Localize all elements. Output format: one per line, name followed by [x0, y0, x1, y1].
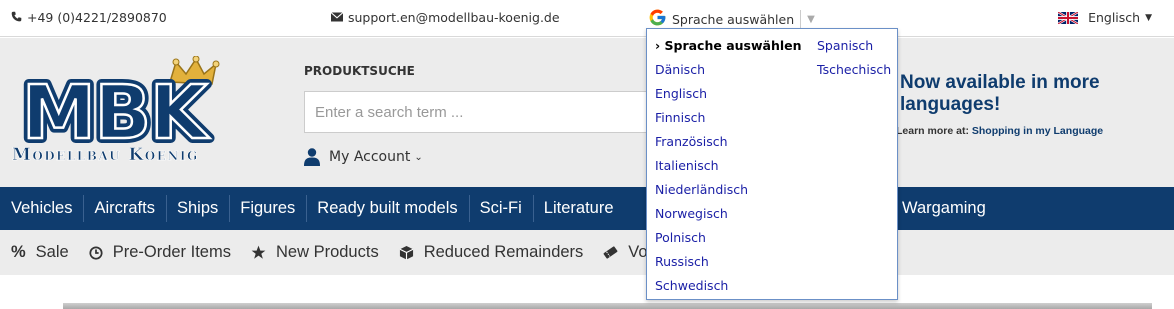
nav-literature[interactable]: Literature [532, 187, 625, 230]
google-translate-select[interactable]: Sprache auswählen ▼ [648, 8, 815, 30]
nav-figures[interactable]: Figures [229, 187, 306, 230]
subnav-label: New Products [275, 243, 379, 261]
phone-number: +49 (0)4221/2890870 [27, 10, 167, 25]
language-column-2: Spanisch Tschechisch [817, 38, 891, 86]
language-option-spanish[interactable]: Spanisch [817, 38, 891, 62]
language-dropdown: › Sprache auswählen Dänisch Englisch Fin… [646, 28, 898, 300]
uk-flag-icon [1057, 10, 1079, 25]
percent-icon: % [11, 243, 26, 261]
language-option-czech[interactable]: Tschechisch [817, 62, 891, 86]
secondary-navigation: % Sale Pre-Order Items New Products Redu… [0, 230, 1174, 275]
translate-label: Sprache auswählen [672, 11, 795, 27]
language-option-danish[interactable]: Dänisch [655, 62, 802, 86]
my-account-label: My Account [329, 149, 411, 165]
language-column-1: › Sprache auswählen Dänisch Englisch Fin… [655, 38, 802, 302]
svg-text:MBK: MBK [22, 70, 210, 156]
language-option-english[interactable]: Englisch [655, 86, 802, 110]
top-bar: +49 (0)4221/2890870 support.en@modellbau… [0, 0, 1174, 37]
promo-info: Learn more at: Shopping in my Language [896, 125, 1103, 137]
caret-down-icon: ▼ [807, 13, 815, 25]
chevron-down-icon: ⌄ [414, 151, 423, 163]
my-account-menu[interactable]: My Account ⌄ [304, 148, 423, 166]
site-logo[interactable]: MBK MBK Modellbau Koenig [10, 55, 232, 168]
promo-link-prefix: Learn more at: [896, 125, 969, 137]
search-input[interactable] [304, 91, 664, 133]
main-navigation: Vehicles Aircrafts Ships Figures Ready b… [0, 187, 1174, 230]
language-option-finnish[interactable]: Finnisch [655, 110, 802, 134]
subnav-pre-order-items[interactable]: Pre-Order Items [89, 243, 231, 262]
current-language: Englisch [1088, 10, 1141, 25]
nav-sci-fi[interactable]: Sci-Fi [468, 187, 533, 230]
language-option-swedish[interactable]: Schwedisch [655, 278, 802, 302]
svg-text:Modellbau Koenig: Modellbau Koenig [12, 145, 199, 165]
site-header: MBK MBK Modellbau Koenig PRODUKTSUCHE My… [0, 38, 1174, 187]
subnav-reduced-remainders[interactable]: Reduced Remainders [399, 243, 584, 262]
email-contact[interactable]: support.en@modellbau-koenig.de [330, 10, 560, 25]
language-option-dutch[interactable]: Niederländisch [655, 182, 802, 206]
translate-divider [800, 10, 802, 28]
phone-contact[interactable]: +49 (0)4221/2890870 [11, 10, 167, 25]
subnav-label: Reduced Remainders [423, 243, 584, 261]
subnav-new-products[interactable]: New Products [251, 243, 379, 262]
subnav-label: Sale [35, 243, 69, 261]
language-option-russian[interactable]: Russisch [655, 254, 802, 278]
user-icon [304, 148, 320, 166]
phone-icon [11, 10, 22, 25]
language-option-french[interactable]: Französisch [655, 134, 802, 158]
envelope-icon [330, 10, 344, 25]
subnav-sale[interactable]: % Sale [11, 243, 69, 262]
nav-ships[interactable]: Ships [165, 187, 229, 230]
language-switcher[interactable]: Englisch ▼ [1057, 10, 1152, 25]
language-option-select[interactable]: › Sprache auswählen [655, 38, 802, 62]
hero-banner [63, 303, 1152, 309]
nav-vehicles[interactable]: Vehicles [0, 187, 83, 230]
promo-heading: Now available in more languages! [900, 72, 1100, 115]
nav-ready-built-models[interactable]: Ready built models [306, 187, 468, 230]
shopping-in-my-language-link[interactable]: Shopping in my Language [972, 125, 1103, 137]
clock-icon [89, 245, 103, 260]
nav-wargaming[interactable]: Wargaming [902, 187, 986, 230]
email-address: support.en@modellbau-koenig.de [348, 10, 560, 25]
language-option-norwegian[interactable]: Norwegisch [655, 206, 802, 230]
language-option-polish[interactable]: Polnisch [655, 230, 802, 254]
search-heading: PRODUKTSUCHE [304, 64, 415, 78]
caret-down-icon: ▼ [1145, 12, 1152, 23]
google-g-icon [648, 8, 667, 30]
box-icon [399, 245, 414, 260]
language-option-italian[interactable]: Italienisch [655, 158, 802, 182]
subnav-label: Pre-Order Items [112, 243, 231, 261]
nav-aircrafts[interactable]: Aircrafts [83, 187, 166, 230]
voucher-icon [603, 245, 618, 260]
star-icon [251, 245, 266, 260]
